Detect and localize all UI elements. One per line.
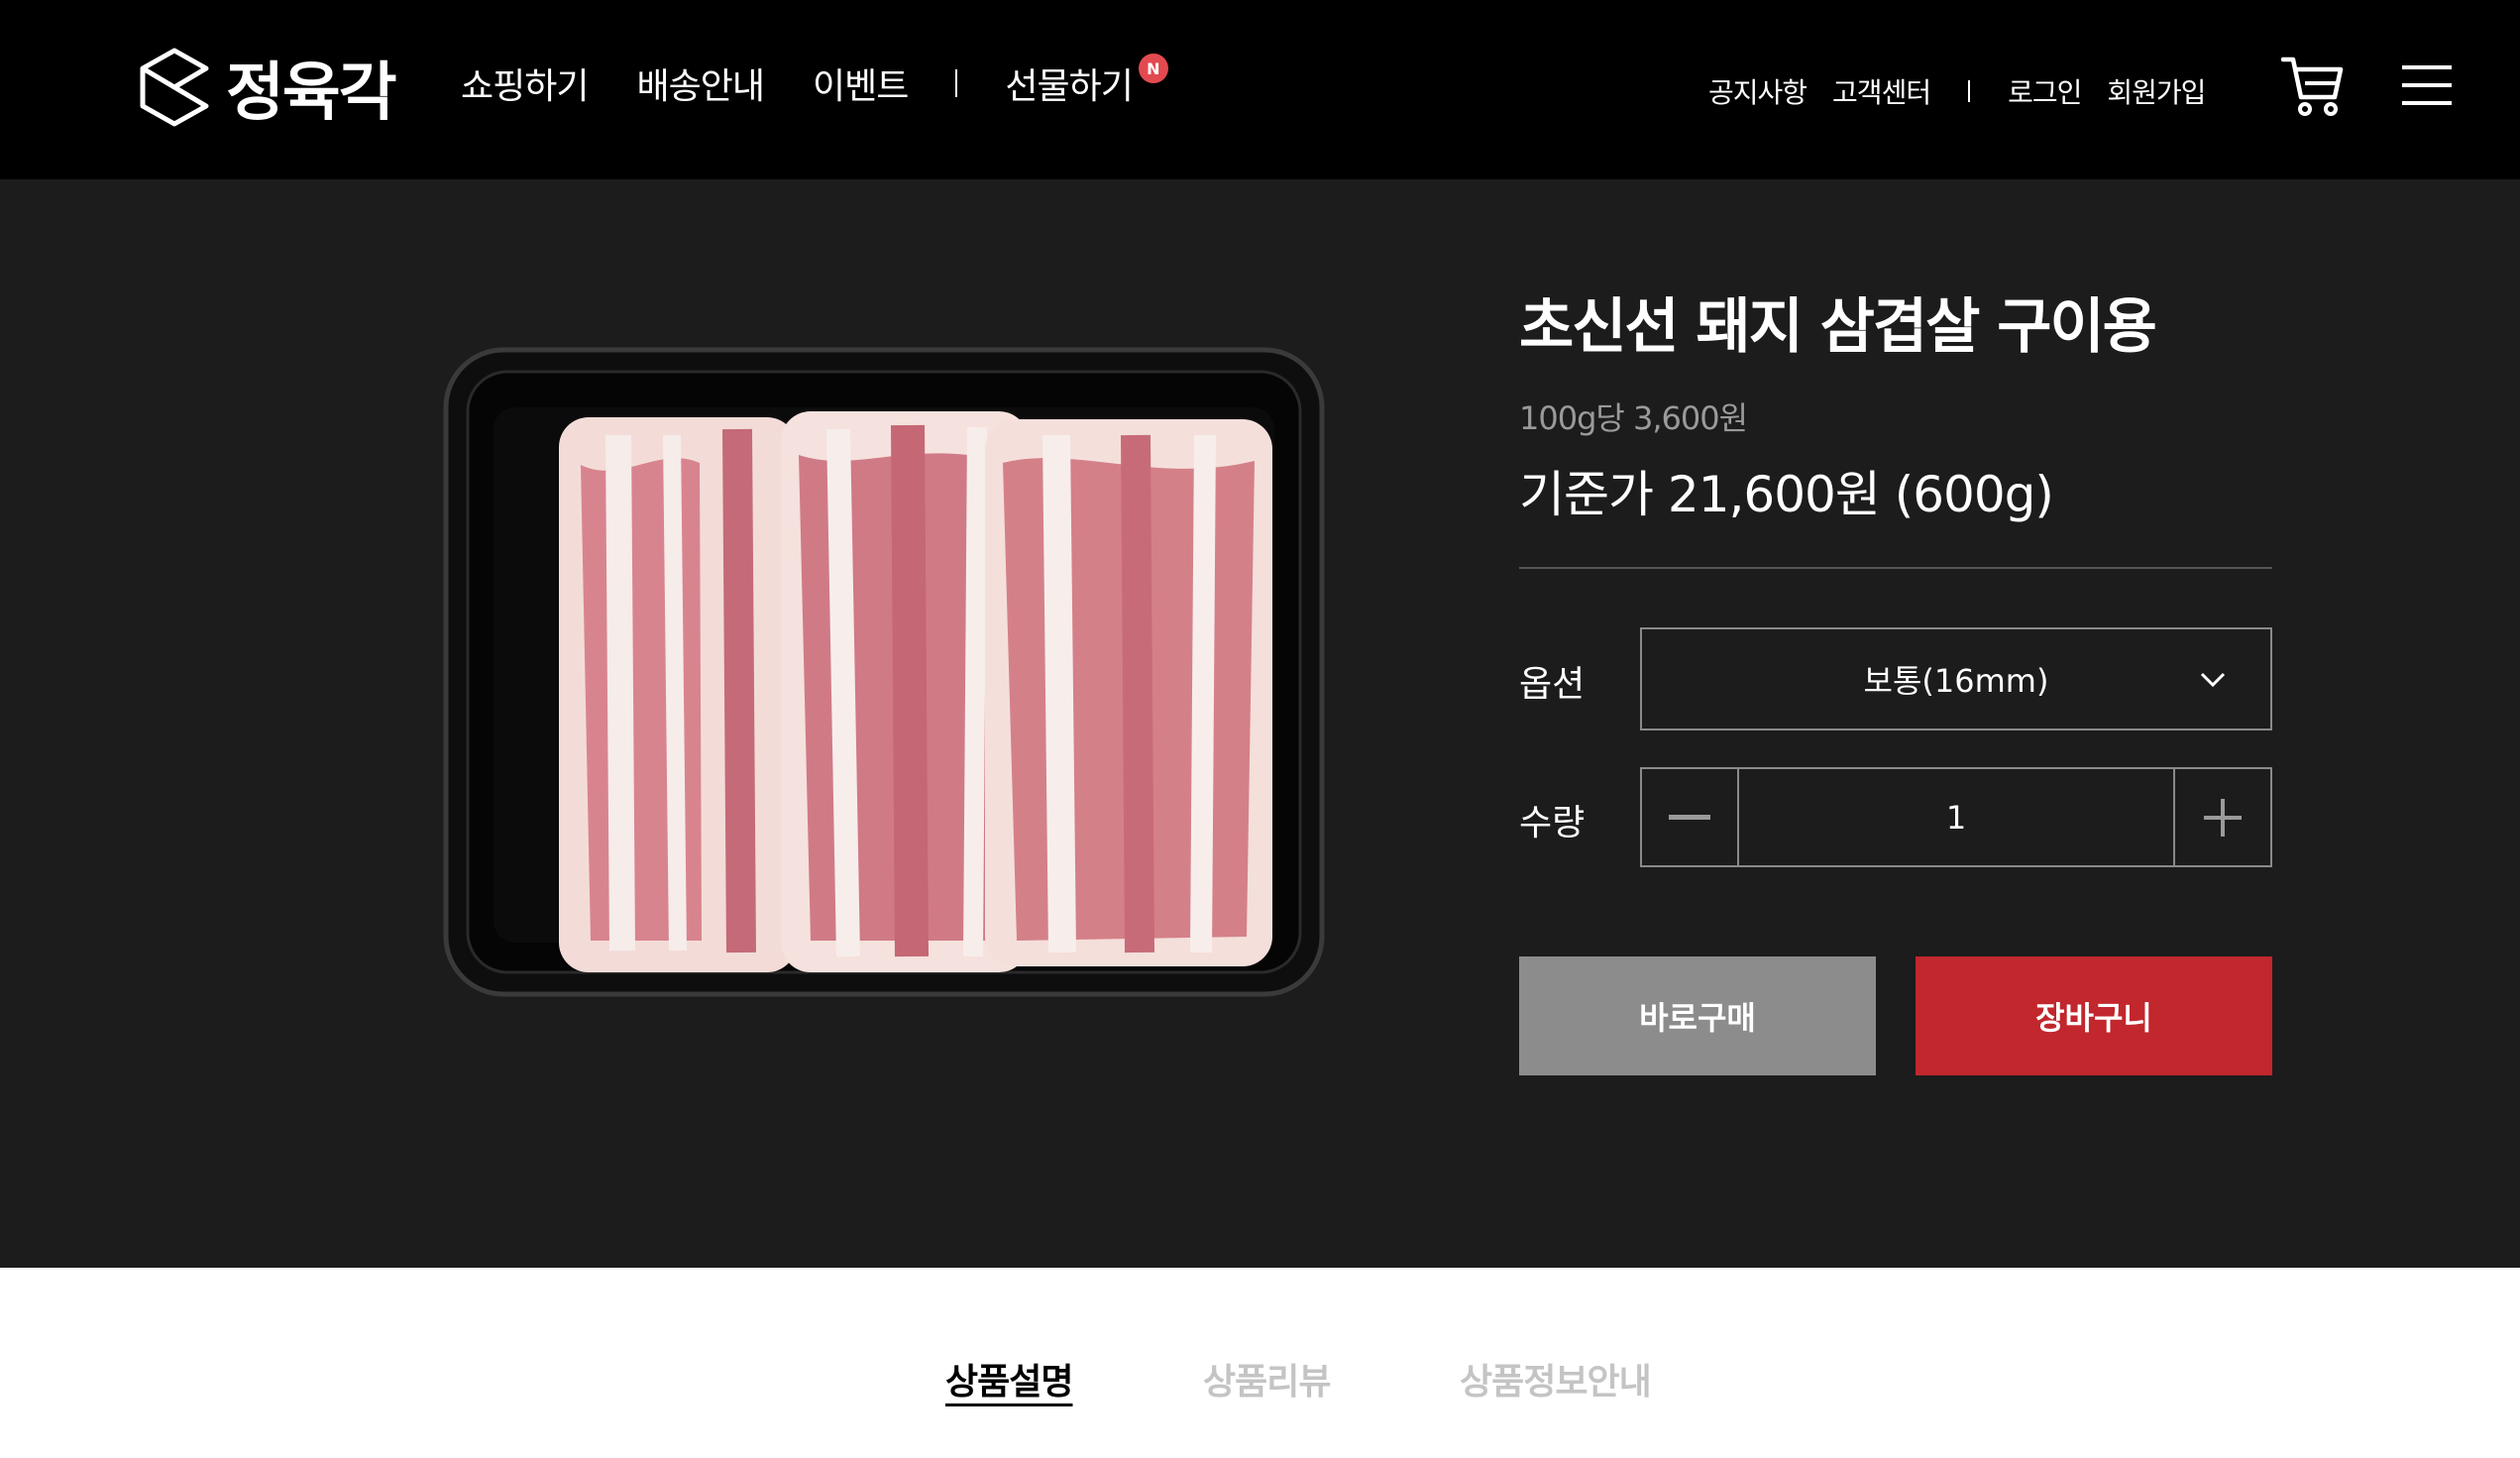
chevron-down-icon bbox=[2200, 672, 2226, 688]
nav-shopping[interactable]: 쇼핑하기 bbox=[461, 57, 589, 109]
hamburger-menu-icon[interactable] bbox=[2402, 65, 2452, 105]
quantity-label: 수량 bbox=[1519, 803, 1586, 843]
plus-icon bbox=[2204, 798, 2242, 837]
util-divider bbox=[1968, 80, 1971, 102]
util-support[interactable]: 고객센터 bbox=[1832, 71, 1931, 111]
option-select[interactable]: 보통(16mm) bbox=[1640, 627, 2272, 730]
nav-gift-wrapper: 선물하기 N bbox=[1005, 54, 1168, 109]
quantity-increase-button[interactable] bbox=[2173, 769, 2270, 865]
product-photo bbox=[443, 347, 1325, 997]
logo-text: 정육각 bbox=[226, 56, 397, 130]
util-signup[interactable]: 회원가입 bbox=[2107, 71, 2206, 111]
tab-product-info[interactable]: 상품정보안내 bbox=[1460, 1353, 1652, 1404]
util-login[interactable]: 로그인 bbox=[2008, 71, 2082, 111]
product-title: 초신선 돼지 삼겹살 구이용 bbox=[1519, 292, 2157, 362]
tab-description[interactable]: 상품설명 bbox=[945, 1353, 1073, 1404]
option-selected-value: 보통(16mm) bbox=[1863, 662, 2049, 700]
buy-now-button[interactable]: 바로구매 bbox=[1519, 956, 1876, 1075]
util-notice[interactable]: 공지사항 bbox=[1708, 71, 1808, 111]
quantity-value[interactable]: 1 bbox=[1741, 769, 2171, 865]
new-badge: N bbox=[1138, 54, 1168, 83]
utility-nav: 공지사항 고객센터 로그인 회원가입 bbox=[1708, 71, 2206, 111]
nav-divider bbox=[955, 69, 958, 97]
nav-gift[interactable]: 선물하기 bbox=[1005, 66, 1133, 107]
unit-price: 100g당 3,600원 bbox=[1519, 399, 1748, 437]
base-price: 기준가 21,600원 (600g) bbox=[1519, 466, 2054, 523]
nav-delivery[interactable]: 배송안내 bbox=[636, 57, 764, 109]
minus-icon bbox=[1669, 814, 1710, 820]
main-nav: 쇼핑하기 배송안내 이벤트 선물하기 N bbox=[461, 54, 1168, 109]
product-detail: 초신선 돼지 삼겹살 구이용 100g당 3,600원 기준가 21,600원 … bbox=[0, 179, 2520, 1268]
detail-tabs: 상품설명 상품리뷰 상품정보안내 bbox=[0, 1268, 2520, 1458]
price-divider bbox=[1519, 567, 2272, 569]
nav-event[interactable]: 이벤트 bbox=[813, 57, 909, 109]
tab-reviews[interactable]: 상품리뷰 bbox=[1203, 1353, 1331, 1404]
add-to-cart-button[interactable]: 장바구니 bbox=[1916, 956, 2272, 1075]
quantity-decrease-button[interactable] bbox=[1642, 769, 1739, 865]
top-header: 정육각 쇼핑하기 배송안내 이벤트 선물하기 N 공지사항 고객센터 로그인 회… bbox=[0, 0, 2520, 179]
logo-mark-icon bbox=[140, 48, 209, 127]
site-logo[interactable]: 정육각 bbox=[137, 42, 397, 133]
quantity-stepper: 1 bbox=[1640, 767, 2272, 867]
cart-icon[interactable] bbox=[2281, 54, 2345, 119]
option-label: 옵션 bbox=[1519, 664, 1586, 705]
